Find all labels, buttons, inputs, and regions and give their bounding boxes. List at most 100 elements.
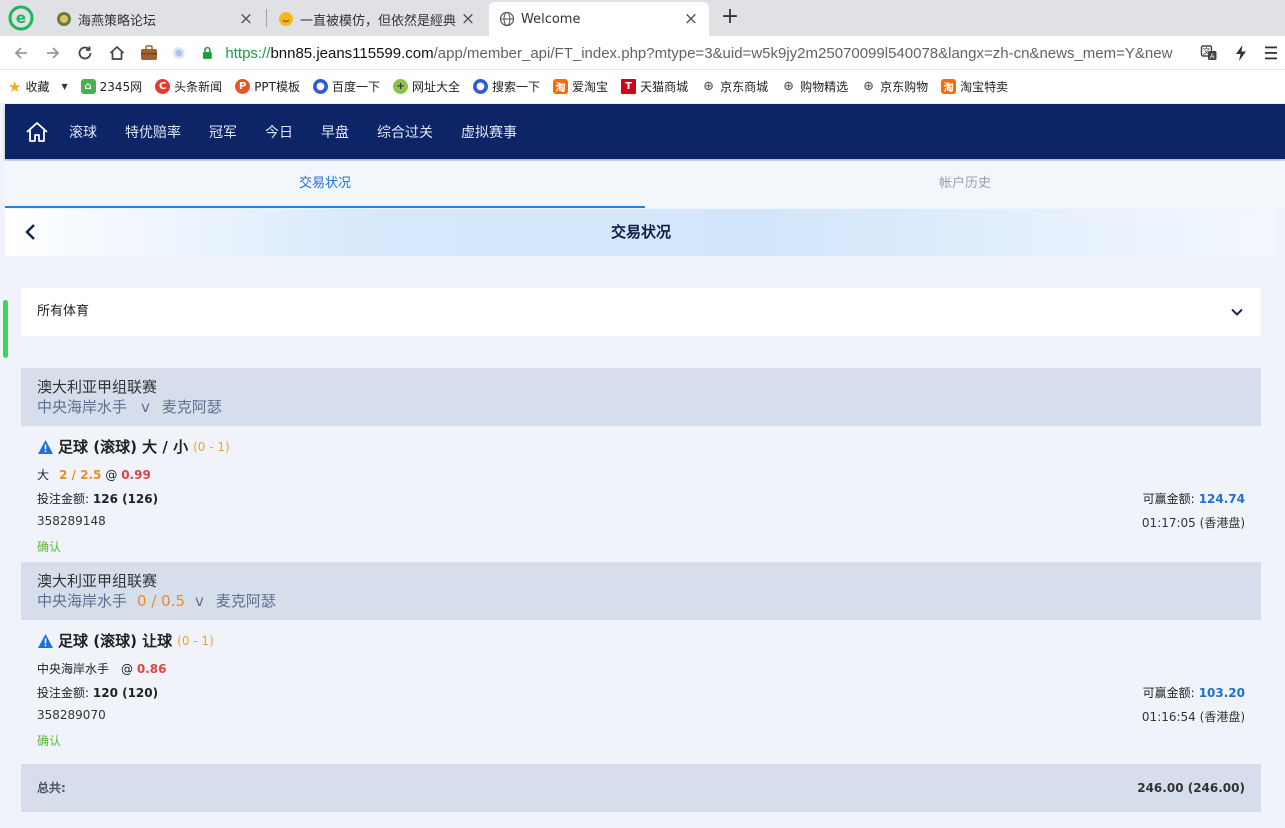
total-row: 总共: 246.00 (246.00) <box>21 764 1261 812</box>
nav-item-virtual[interactable]: 虚拟赛事 <box>461 122 517 142</box>
win-amount: 124.74 <box>1198 492 1245 506</box>
2345-icon: ⌂ <box>80 79 96 94</box>
back-arrow-icon[interactable] <box>8 40 34 66</box>
stake-amount: 126 (126) <box>92 492 159 506</box>
tab-label: 一直被模仿，但依然是經典 <box>300 13 457 29</box>
ticket-number: 358289070 <box>37 708 106 722</box>
browser-logo-icon[interactable]: e <box>8 5 34 31</box>
bookmark-shopping[interactable]: ⊕ 购物精选 <box>781 78 848 95</box>
home-team: 中央海岸水手 <box>37 592 128 610</box>
address-bar[interactable]: https://bnn85.jeans115599.com/app/member… <box>172 39 1196 67</box>
scroll-indicator[interactable] <box>3 300 8 358</box>
bet-selection: 中央海岸水手 @ 0.86 <box>37 660 166 677</box>
market-name: 足球 (滚球) 让球 <box>58 632 173 650</box>
league-name: 澳大利亚甲组联赛 <box>37 572 158 590</box>
site-info-icon[interactable] <box>172 46 186 60</box>
bookmark-baidu[interactable]: ● 百度一下 <box>313 78 380 95</box>
nav-item-early[interactable]: 早盘 <box>321 122 349 142</box>
selection-odds: 0.86 <box>136 662 167 676</box>
ticket-number: 358289148 <box>37 514 106 528</box>
match-teams: 中央海岸水手 v 麦克阿瑟 <box>37 397 1245 418</box>
tab-account-history[interactable]: 帐户历史 <box>645 161 1285 208</box>
menu-icon[interactable] <box>1258 40 1284 66</box>
reload-icon[interactable] <box>72 40 98 66</box>
forward-arrow-icon[interactable] <box>40 40 66 66</box>
live-score: (0 - 1) <box>177 633 214 648</box>
home-nav-icon[interactable] <box>5 104 69 159</box>
smiley-favicon-icon <box>279 12 293 26</box>
win-label: 可赢金额: <box>1142 686 1195 700</box>
bookmark-aitaobao[interactable]: 淘 爱淘宝 <box>553 78 608 95</box>
bookmark-taobao-sale[interactable]: 淘 淘宝特卖 <box>941 78 1008 95</box>
vs-label: v <box>141 398 150 416</box>
baidu-paw-icon: ● <box>473 79 489 94</box>
win-amount: 103.20 <box>1198 686 1245 700</box>
bookmark-toutiao[interactable]: C 头条新闻 <box>155 78 222 95</box>
star-icon: ★ <box>8 77 22 96</box>
lightning-icon[interactable] <box>1228 40 1254 66</box>
dropdown-caret-icon[interactable]: ▼ <box>61 82 67 91</box>
bookmark-favorites[interactable]: ★ 收藏 ▼ <box>8 78 68 96</box>
bookmark-ppt[interactable]: P PPT模板 <box>235 78 300 95</box>
forum-favicon-icon <box>57 12 71 26</box>
nav-item-today[interactable]: 今日 <box>265 122 293 142</box>
globe-icon: ⊕ <box>863 79 875 94</box>
warning-icon <box>38 439 53 454</box>
bookmark-tmall[interactable]: T 天猫商城 <box>621 78 688 95</box>
bookmark-jd[interactable]: ⊕ 京东商城 <box>701 78 768 95</box>
bet-market: 足球 (滚球) 让球 (0 - 1) <box>37 630 214 651</box>
chevron-down-icon[interactable] <box>1229 304 1245 320</box>
home-team: 中央海岸水手 <box>37 398 128 416</box>
bookmark-search[interactable]: ● 搜索一下 <box>473 78 540 95</box>
selection-line: 2 / 2.5 <box>59 468 102 482</box>
selection-name: 大 <box>37 468 50 482</box>
browser-toolbar: https://bnn85.jeans115599.com/app/member… <box>0 36 1285 70</box>
nav-item-special-odds[interactable]: 特优赔率 <box>125 122 181 142</box>
browser-tab-2[interactable]: 一直被模仿，但依然是經典 × <box>268 2 486 36</box>
nav-item-inplay[interactable]: 滚球 <box>69 122 97 142</box>
main-nav-bar: 滚球 特优赔率 冠军 今日 早盘 综合过关 虚拟赛事 <box>5 104 1285 159</box>
briefcase-icon[interactable] <box>136 40 162 66</box>
match-teams: 中央海岸水手 0 / 0.5 v 麦克阿瑟 <box>37 591 1245 612</box>
nav-item-outright[interactable]: 冠军 <box>209 122 237 142</box>
bookmark-jd-shopping[interactable]: ⊕ 京东购物 <box>861 78 928 95</box>
secure-lock-icon[interactable] <box>200 45 216 61</box>
bet-status: 确认 <box>37 540 62 554</box>
svg-text:e: e <box>16 9 26 27</box>
live-score: (0 - 1) <box>193 439 230 454</box>
browser-tab-3-active[interactable]: Welcome × <box>489 2 709 36</box>
league-header: 澳大利亚甲组联赛 中央海岸水手 0 / 0.5 v 麦克阿瑟 <box>21 562 1261 620</box>
sport-filter-dropdown[interactable]: 所有体育 <box>21 288 1261 336</box>
url-text[interactable]: https://bnn85.jeans115599.com/app/member… <box>225 45 1196 62</box>
tab-close-icon[interactable]: × <box>460 9 476 29</box>
away-team: 麦克阿瑟 <box>215 592 276 610</box>
away-team: 麦克阿瑟 <box>161 398 222 416</box>
league-header: 澳大利亚甲组联赛 中央海岸水手 v 麦克阿瑟 <box>21 368 1261 426</box>
nav-item-parlay[interactable]: 综合过关 <box>377 122 433 142</box>
new-tab-plus-icon[interactable]: + <box>718 5 742 31</box>
bet-card: 足球 (滚球) 让球 (0 - 1) 中央海岸水手 @ 0.86 投注金额: 12… <box>21 620 1261 756</box>
potential-win-row: 可赢金额: 124.74 <box>1143 490 1245 507</box>
tab-close-icon[interactable]: × <box>238 9 254 29</box>
tab-transaction-status[interactable]: 交易状况 <box>5 161 645 208</box>
tmall-icon: T <box>621 79 637 94</box>
bet-selection: 大 2 / 2.5 @ 0.99 <box>37 466 151 483</box>
bookmark-hao123[interactable]: + 网址大全 <box>393 78 460 95</box>
home-icon[interactable] <box>104 40 130 66</box>
compass-icon: + <box>393 79 409 94</box>
browser-tab-1[interactable]: 海燕策略论坛 × <box>46 2 264 36</box>
vs-label: v <box>195 592 204 610</box>
bookmark-2345[interactable]: ⌂ 2345网 <box>80 78 142 95</box>
page-title-bar: 交易状况 <box>5 209 1277 256</box>
taobao-icon: 淘 <box>941 79 957 94</box>
tab-label: 海燕策略论坛 <box>78 13 157 29</box>
bet-time: 01:17:05 (香港盘) <box>1141 516 1245 530</box>
tab-label: Welcome <box>521 11 581 27</box>
translate-icon[interactable]: 文A <box>1196 40 1222 66</box>
at-symbol: @ <box>105 468 118 482</box>
at-symbol: @ <box>121 662 134 676</box>
tab-close-icon[interactable]: × <box>683 9 699 29</box>
sport-filter-label: 所有体育 <box>37 304 90 319</box>
taobao-icon: 淘 <box>553 79 569 94</box>
sub-tabs: 交易状况 帐户历史 <box>5 161 1285 208</box>
